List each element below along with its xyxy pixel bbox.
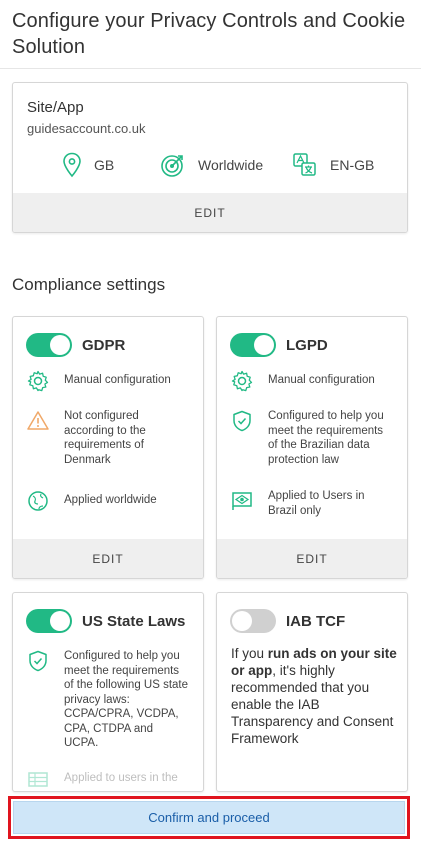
gdpr-scope-text: Applied worldwide [64, 494, 157, 506]
lgpd-config-text: Manual configuration [268, 374, 375, 386]
site-domain: guidesaccount.co.uk [27, 121, 146, 136]
lgpd-edit-button[interactable]: EDIT [217, 539, 407, 578]
globe-settings-icon [28, 491, 48, 511]
gdpr-card: GDPR Manual configuration Not configured… [12, 316, 204, 579]
gdpr-edit-button[interactable]: EDIT [13, 539, 203, 578]
gear-icon [231, 370, 253, 392]
confirm-highlight: Confirm and proceed [8, 796, 410, 839]
us-state-laws-scope-text: Applied to users in the [64, 772, 178, 784]
location-pin-icon [63, 152, 81, 178]
lgpd-name: LGPD [286, 336, 328, 354]
us-state-laws-status-text: Configured to help you meet the requirem… [64, 650, 189, 749]
iab-tcf-name: IAB TCF [286, 612, 346, 630]
site-edit-button[interactable]: EDIT [13, 193, 407, 232]
page-header: Configure your Privacy Controls and Cook… [0, 0, 421, 69]
page-title: Configure your Privacy Controls and Cook… [12, 10, 406, 58]
iab-tcf-card: IAB TCF If you run ads on your site or a… [216, 592, 408, 792]
site-language-label: EN-GB [330, 157, 375, 173]
gdpr-status-text: Not configured according to the requirem… [64, 410, 146, 466]
shield-check-icon [29, 650, 47, 672]
us-state-laws-toggle[interactable] [26, 609, 72, 633]
iab-tcf-description: If you run ads on your site or app, it's… [231, 645, 399, 747]
lgpd-card: LGPD Manual configuration Configured to … [216, 316, 408, 579]
warning-icon [27, 411, 49, 430]
iab-tcf-text-before: If you [231, 646, 268, 661]
us-state-laws-name: US State Laws [82, 612, 186, 630]
lgpd-scope-text: Applied to Users in Brazil only [268, 490, 365, 517]
site-card: Site/App guidesaccount.co.uk GB Worldwid… [12, 82, 408, 233]
target-icon [161, 155, 183, 177]
shield-check-icon [233, 410, 251, 432]
flag-icon [28, 772, 48, 787]
iab-tcf-toggle[interactable] [230, 609, 276, 633]
gdpr-name: GDPR [82, 336, 126, 354]
site-region-label: Worldwide [198, 157, 264, 173]
site-country: GB [62, 151, 114, 179]
gear-icon [27, 370, 49, 392]
us-state-laws-card: US State Laws Configured to help you mee… [12, 592, 204, 792]
site-language: EN-GB [292, 151, 374, 179]
gdpr-toggle[interactable] [26, 333, 72, 357]
site-title: Site/App [27, 99, 84, 116]
site-country-label: GB [94, 157, 115, 173]
gdpr-config-text: Manual configuration [64, 374, 171, 386]
confirm-and-proceed-button[interactable]: Confirm and proceed [13, 801, 405, 834]
site-region: Worldwide [160, 151, 263, 179]
translate-icon [293, 153, 316, 176]
flag-icon [232, 492, 252, 510]
lgpd-status-text: Configured to help you meet the requirem… [268, 410, 384, 466]
lgpd-toggle[interactable] [230, 333, 276, 357]
compliance-section-title: Compliance settings [12, 275, 166, 294]
